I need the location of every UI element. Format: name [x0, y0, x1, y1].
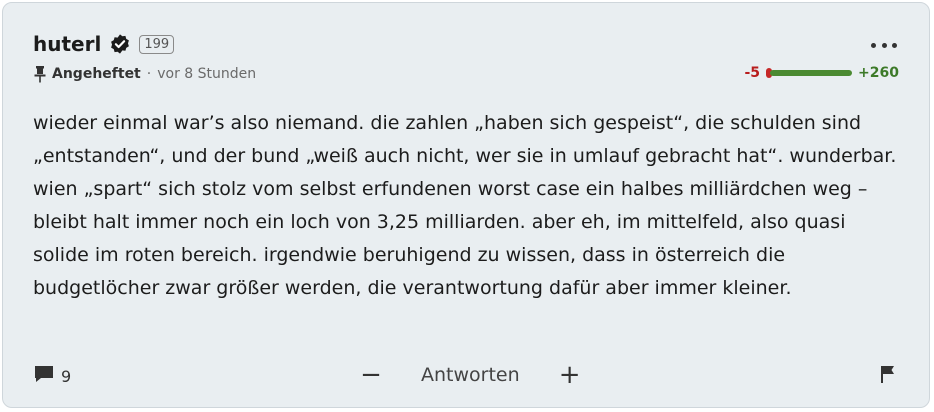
comment-card: huterl 199 Angeheftet · vor 8 Stunden -5…	[2, 2, 930, 408]
comment-icon	[33, 363, 55, 389]
downvote-button[interactable]: −	[357, 361, 385, 389]
meta-separator: ·	[146, 66, 152, 82]
reply-button[interactable]: Antworten	[421, 364, 520, 386]
comment-count: 9	[61, 366, 72, 386]
user-row: huterl 199	[33, 31, 899, 57]
pin-icon	[33, 65, 47, 83]
vote-bar-positive	[770, 70, 853, 76]
more-options-icon[interactable]	[871, 41, 897, 49]
timestamp: vor 8 Stunden	[157, 66, 257, 82]
comment-footer: 9 − Antworten +	[33, 361, 899, 391]
comment-body: wieder einmal war’s also niemand. die za…	[33, 112, 897, 299]
pinned-label: Angeheftet	[52, 66, 141, 82]
vote-ratio-bar	[766, 68, 853, 78]
comments-button[interactable]: 9	[33, 363, 71, 389]
comment-header: huterl 199 Angeheftet · vor 8 Stunden -5…	[33, 31, 899, 91]
upvote-button[interactable]: +	[556, 361, 584, 389]
user-badge: 199	[139, 34, 175, 54]
flag-icon[interactable]	[877, 363, 899, 385]
reply-group: − Antworten +	[357, 361, 584, 389]
verified-badge-icon	[109, 33, 131, 55]
positive-votes: +260	[858, 65, 899, 81]
vote-ratio: -5 +260	[744, 65, 899, 81]
negative-votes: -5	[744, 65, 761, 81]
username[interactable]: huterl	[33, 32, 101, 56]
meta-row: Angeheftet · vor 8 Stunden	[33, 65, 256, 83]
